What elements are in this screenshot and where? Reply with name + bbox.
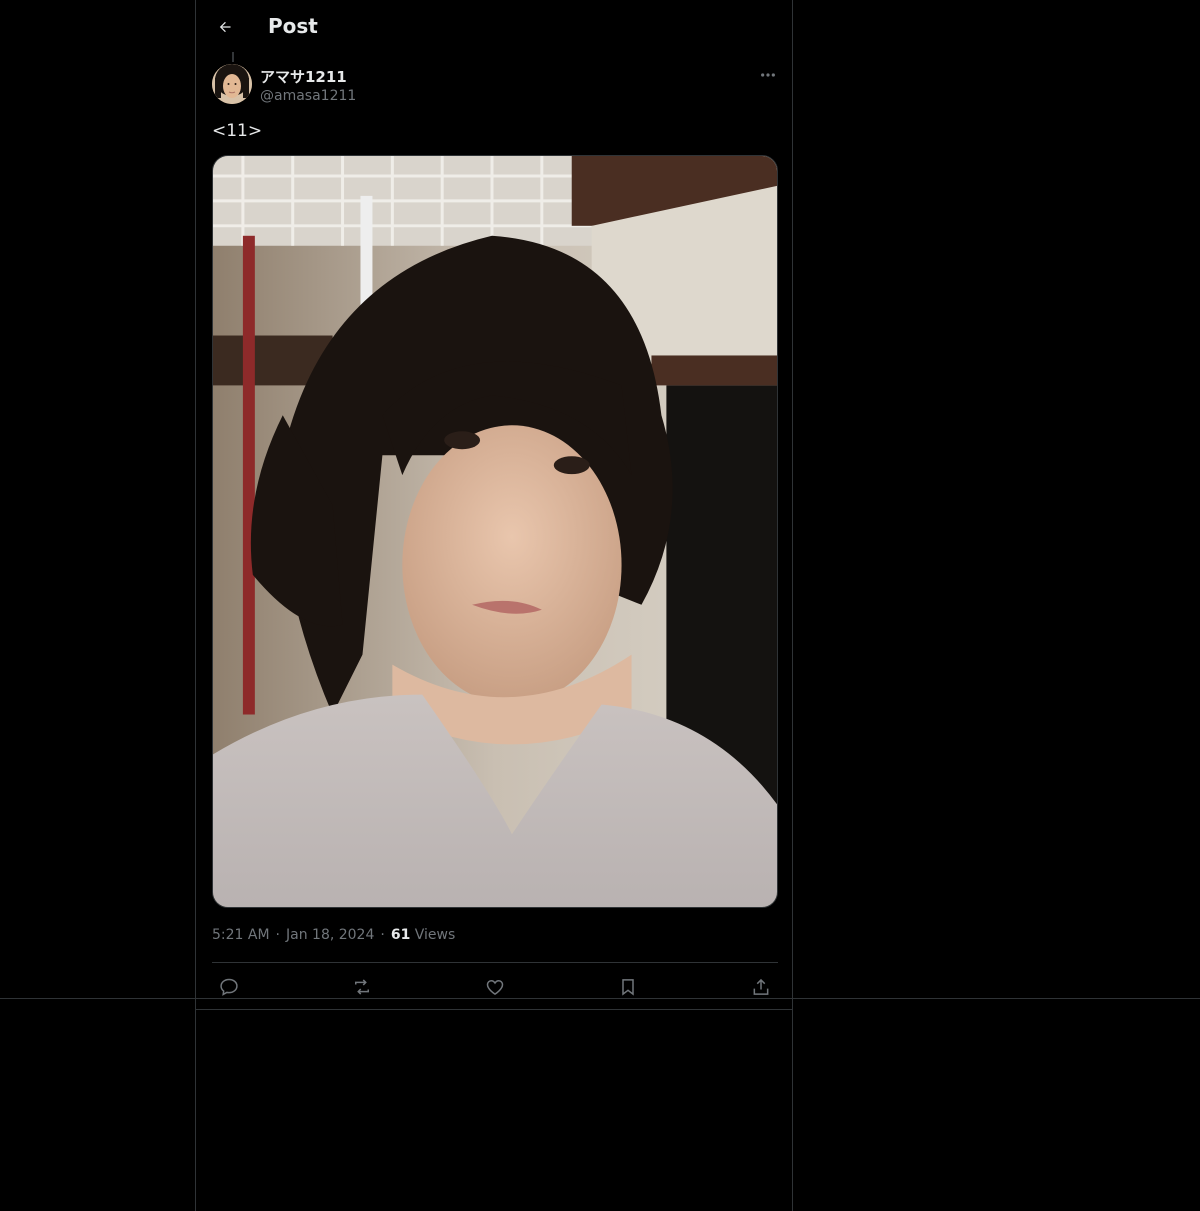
post-time[interactable]: 5:21 AM xyxy=(212,927,270,943)
selfie-photo xyxy=(213,156,777,907)
arrow-left-icon xyxy=(219,21,231,33)
reply-button[interactable] xyxy=(212,974,246,1000)
views-label: Views xyxy=(414,927,456,943)
back-button[interactable] xyxy=(212,14,238,40)
bookmark-button[interactable] xyxy=(611,974,645,1000)
heart-icon xyxy=(486,979,504,995)
meta-separator: · xyxy=(275,927,280,943)
share-icon xyxy=(753,978,769,995)
divider xyxy=(195,1009,793,1010)
page-title: Post xyxy=(268,14,318,38)
post-date[interactable]: Jan 18, 2024 xyxy=(286,927,374,943)
avatar[interactable] xyxy=(212,64,252,104)
author-handle[interactable]: @amasa1211 xyxy=(260,88,356,104)
author-display-name[interactable]: アマサ1211 xyxy=(260,66,347,87)
divider xyxy=(0,998,1200,999)
repost-button[interactable] xyxy=(345,974,379,1000)
thread-connector xyxy=(232,52,234,62)
action-bar xyxy=(212,974,778,1000)
meta-separator: · xyxy=(380,927,385,943)
like-button[interactable] xyxy=(478,974,512,1000)
page-header: Post xyxy=(196,0,794,53)
avatar-image xyxy=(212,64,252,104)
views-count: 61 xyxy=(390,927,411,943)
more-horizontal-icon xyxy=(761,73,775,77)
repost-icon xyxy=(355,979,369,995)
post-photo[interactable] xyxy=(212,155,778,908)
post-text: <11> xyxy=(212,121,263,141)
reply-icon xyxy=(220,978,238,996)
bookmark-icon xyxy=(622,979,634,996)
divider xyxy=(212,962,778,963)
post-metadata: 5:21 AM · Jan 18, 2024 · 61 Views xyxy=(212,927,455,943)
timeline-column: Post アマサ1211 @amasa1211 <11> 5:21 AM · J… xyxy=(195,0,793,1211)
more-options-button[interactable] xyxy=(756,66,780,84)
share-button[interactable] xyxy=(744,974,778,1000)
